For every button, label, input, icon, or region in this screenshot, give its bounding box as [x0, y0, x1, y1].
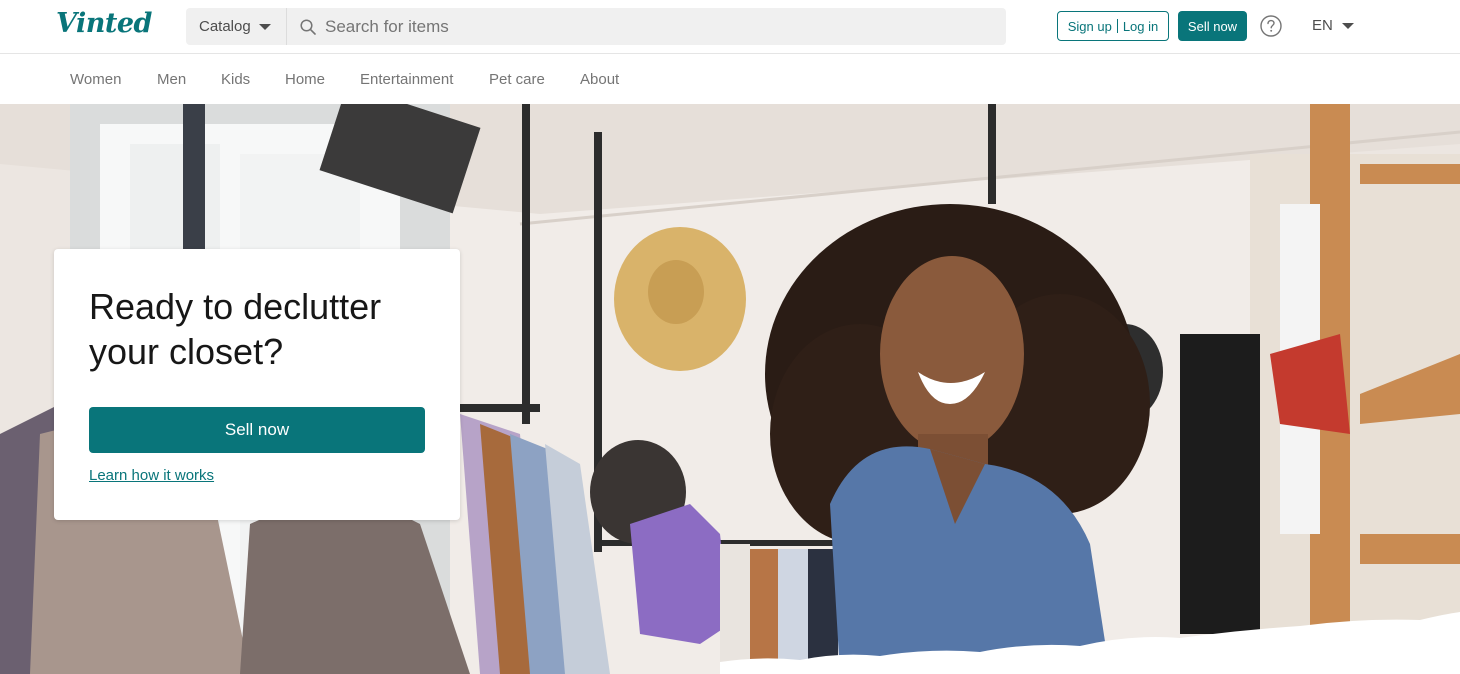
hero-sell-now-button[interactable]: Sell now — [89, 407, 425, 453]
chevron-down-icon — [258, 24, 271, 30]
hero-card: Ready to declutter your closet? Sell now… — [54, 249, 460, 520]
nav-item-women[interactable]: Women — [70, 71, 121, 88]
top-header: Vinted Catalog Sign up Log in Sell now E… — [0, 0, 1460, 54]
chevron-down-icon — [1341, 22, 1354, 29]
catalog-dropdown[interactable]: Catalog — [186, 8, 287, 45]
nav-item-entertainment[interactable]: Entertainment — [360, 71, 453, 88]
vinted-logo[interactable]: Vinted — [56, 8, 152, 39]
help-icon[interactable] — [1260, 15, 1282, 37]
nav-item-pet-care[interactable]: Pet care — [489, 71, 545, 88]
nav-item-home[interactable]: Home — [285, 71, 325, 88]
nav-item-kids[interactable]: Kids — [221, 71, 250, 88]
header-sell-now-button[interactable]: Sell now — [1178, 11, 1247, 41]
search-bar: Catalog — [186, 8, 1006, 45]
signup-login-button[interactable]: Sign up Log in — [1057, 11, 1169, 41]
nav-item-men[interactable]: Men — [157, 71, 186, 88]
divider — [1116, 19, 1118, 33]
search-icon — [300, 18, 316, 35]
signup-link[interactable]: Sign up — [1068, 19, 1112, 34]
search-input[interactable] — [316, 8, 1006, 45]
hero-banner: Ready to declutter your closet? Sell now… — [0, 104, 1460, 674]
nav-item-about[interactable]: About — [580, 71, 619, 88]
language-selector[interactable]: EN — [1312, 17, 1354, 34]
learn-how-it-works-link[interactable]: Learn how it works — [89, 467, 214, 484]
hero-title: Ready to declutter your closet? — [89, 286, 382, 372]
category-nav: Women Men Kids Home Entertainment Pet ca… — [0, 55, 1460, 104]
catalog-label: Catalog — [199, 18, 251, 35]
login-link[interactable]: Log in — [1123, 19, 1158, 34]
language-label: EN — [1312, 17, 1333, 34]
